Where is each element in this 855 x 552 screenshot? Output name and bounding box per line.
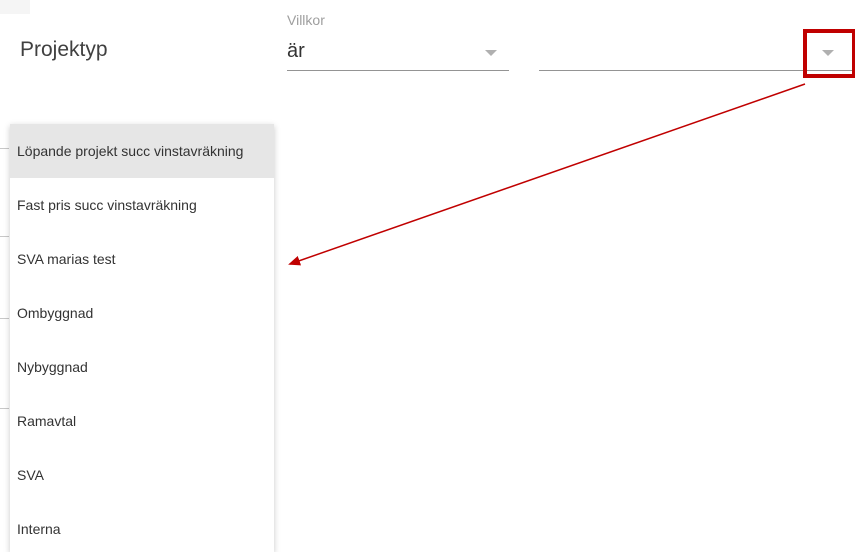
background-tick bbox=[0, 236, 9, 237]
condition-value: är bbox=[287, 40, 305, 62]
background-tick bbox=[0, 318, 9, 319]
dropdown-item-interna[interactable]: Interna bbox=[10, 502, 274, 552]
dropdown-item-lopande-projekt[interactable]: Löpande projekt succ vinstavräkning bbox=[10, 124, 274, 178]
field-label-projektyp: Projektyp bbox=[20, 38, 108, 61]
background-tick bbox=[0, 408, 9, 409]
top-edge-strip bbox=[0, 0, 30, 14]
filter-panel: Projektyp Villkor är Löpande projekt suc… bbox=[0, 0, 855, 552]
dropdown-item-sva[interactable]: SVA bbox=[10, 448, 274, 502]
condition-label: Villkor bbox=[287, 12, 325, 28]
dropdown-item-ombyggnad[interactable]: Ombyggnad bbox=[10, 286, 274, 340]
dropdown-menu: Löpande projekt succ vinstavräkning Fast… bbox=[10, 124, 274, 552]
condition-select[interactable]: är bbox=[287, 32, 509, 71]
dropdown-item-nybyggnad[interactable]: Nybyggnad bbox=[10, 340, 274, 394]
dropdown-item-sva-marias-test[interactable]: SVA marias test bbox=[10, 232, 274, 286]
dropdown-item-ramavtal[interactable]: Ramavtal bbox=[10, 394, 274, 448]
chevron-down-icon bbox=[485, 50, 497, 56]
background-tick bbox=[0, 148, 9, 149]
dropdown-item-fast-pris[interactable]: Fast pris succ vinstavräkning bbox=[10, 178, 274, 232]
highlight-box bbox=[803, 29, 855, 78]
arrow-line bbox=[288, 83, 806, 266]
